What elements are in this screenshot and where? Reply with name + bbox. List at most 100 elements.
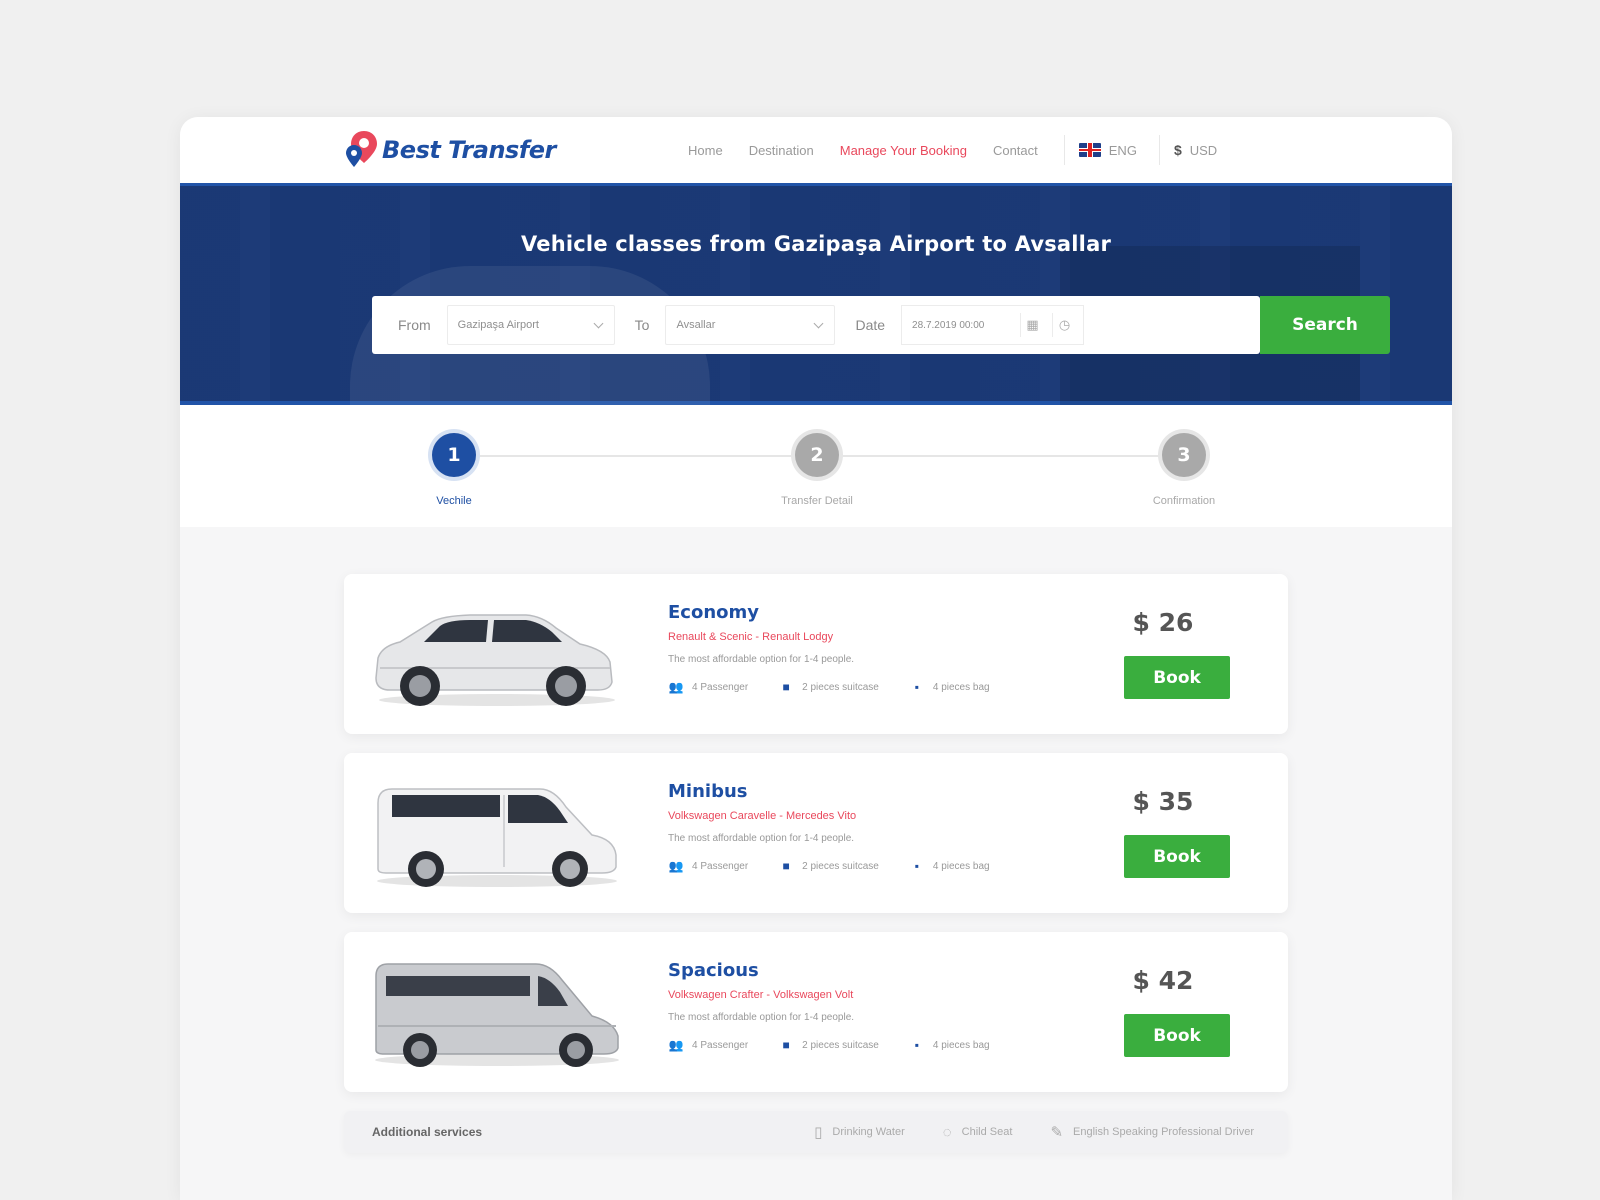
passenger-count: 4 Passenger bbox=[692, 681, 749, 693]
speech-icon: ✎ bbox=[1050, 1124, 1064, 1141]
to-value: Avsallar bbox=[676, 319, 716, 331]
chevron-down-icon bbox=[814, 318, 824, 328]
services-title: Additional services bbox=[372, 1125, 483, 1139]
from-select[interactable]: Gazipaşa Airport bbox=[446, 305, 615, 345]
vehicle-title: Minibus bbox=[668, 781, 748, 802]
vehicle-description: The most affordable option for 1-4 peopl… bbox=[668, 654, 855, 665]
service-label: Drinking Water bbox=[832, 1126, 905, 1138]
vehicle-card-spacious: Spacious Volkswagen Crafter - Volkswagen… bbox=[344, 932, 1288, 1092]
nav-divider bbox=[1063, 135, 1065, 165]
suitcase-feature: ■ 2 pieces suitcase bbox=[778, 859, 879, 873]
suitcase-feature: ■ 2 pieces suitcase bbox=[778, 680, 879, 694]
bag-count: 4 pieces bag bbox=[932, 860, 990, 872]
nav-home[interactable]: Home bbox=[688, 143, 723, 158]
vehicle-price: $ 42 bbox=[1132, 966, 1194, 995]
vehicle-models: Volkswagen Crafter - Volkswagen Volt bbox=[668, 989, 854, 1001]
search-form: From Gazipaşa Airport To Avsallar Date 2… bbox=[372, 296, 1390, 354]
step-number: 2 bbox=[795, 433, 839, 477]
child-seat-icon: ◌ bbox=[942, 1123, 952, 1141]
passenger-feature: 👥 4 Passenger bbox=[668, 680, 749, 694]
nav-manage-booking[interactable]: Manage Your Booking bbox=[840, 143, 967, 158]
book-button-spacious[interactable]: Book bbox=[1124, 1014, 1230, 1057]
vehicle-description: The most affordable option for 1-4 peopl… bbox=[668, 1012, 855, 1023]
spacious-van-image bbox=[375, 963, 619, 1067]
bag-icon: ▪ bbox=[914, 680, 919, 694]
additional-services: Additional services ▯ Drinking Water ◌ Chi… bbox=[344, 1111, 1288, 1153]
page-title: Vehicle classes from Gazipaşa Airport to… bbox=[520, 232, 1112, 256]
calendar-icon[interactable]: ▦ bbox=[1020, 313, 1044, 337]
passenger-feature: 👥 4 Passenger bbox=[668, 859, 749, 873]
dollar-icon: $ bbox=[1173, 142, 1182, 158]
vehicle-features: 👥 4 Passenger ■ 2 pieces suitcase ▪ 4 piece… bbox=[668, 680, 1020, 694]
step-label: Transfer Detail bbox=[781, 495, 853, 507]
service-english-driver[interactable]: ✎ English Speaking Professional Driver bbox=[1050, 1123, 1254, 1141]
brand-logo[interactable]: Best Transfer bbox=[344, 129, 556, 171]
passenger-count: 4 Passenger bbox=[692, 860, 749, 872]
vehicle-price: $ 35 bbox=[1132, 787, 1194, 816]
date-label: Date bbox=[855, 317, 886, 333]
bag-icon: ▪ bbox=[914, 1038, 919, 1052]
nav-divider bbox=[1158, 135, 1160, 165]
suitcase-count: 2 pieces suitcase bbox=[802, 1039, 879, 1051]
service-label: Child Seat bbox=[961, 1126, 1013, 1138]
vehicle-models: Volkswagen Caravelle - Mercedes Vito bbox=[668, 810, 857, 822]
browser-frame: Best Transfer Home Destination Manage Yo… bbox=[180, 117, 1452, 1200]
economy-car-image bbox=[375, 614, 615, 706]
step-label: Vechile bbox=[436, 495, 472, 507]
booking-steps: 1 Vechile 2 Transfer Detail 3 Confirmati… bbox=[180, 405, 1452, 527]
date-value: 28.7.2019 00:00 bbox=[912, 319, 985, 331]
vehicle-features: 👥 4 Passenger ■ 2 pieces suitcase ▪ 4 piece… bbox=[668, 1038, 1020, 1052]
step-label: Confirmation bbox=[1152, 495, 1216, 507]
service-child-seat[interactable]: ◌ Child Seat bbox=[943, 1124, 1013, 1141]
services-list: ▯ Drinking Water ◌ Child Seat ✎ English Spe… bbox=[776, 1123, 1254, 1142]
site-header: Best Transfer Home Destination Manage Yo… bbox=[180, 117, 1452, 183]
book-button-minibus[interactable]: Book bbox=[1124, 835, 1230, 878]
hero-banner: Vehicle classes from Gazipaşa Airport to… bbox=[180, 183, 1452, 416]
step-vehicle: 1 Vechile bbox=[374, 433, 534, 507]
passenger-feature: 👥 4 Passenger bbox=[668, 1038, 749, 1052]
language-label: ENG bbox=[1108, 142, 1137, 158]
clock-icon[interactable]: ◷ bbox=[1052, 313, 1076, 337]
bag-feature: ▪ 4 pieces bag bbox=[909, 859, 990, 873]
currency-label: USD bbox=[1189, 142, 1218, 158]
vehicle-title: Spacious bbox=[668, 960, 759, 981]
bag-feature: ▪ 4 pieces bag bbox=[909, 680, 990, 694]
suitcase-count: 2 pieces suitcase bbox=[802, 860, 879, 872]
book-button-economy[interactable]: Book bbox=[1124, 656, 1230, 699]
suitcase-count: 2 pieces suitcase bbox=[802, 681, 879, 693]
bag-count: 4 pieces bag bbox=[932, 681, 990, 693]
to-label: To bbox=[634, 317, 650, 333]
from-label: From bbox=[398, 317, 431, 333]
date-input[interactable]: 28.7.2019 00:00 ▦ ◷ bbox=[901, 305, 1085, 345]
people-icon: 👥 bbox=[668, 680, 684, 694]
language-selector[interactable]: ENG bbox=[1078, 142, 1137, 158]
vehicle-price: $ 26 bbox=[1132, 608, 1194, 637]
step-confirmation: 3 Confirmation bbox=[1104, 433, 1264, 507]
passenger-count: 4 Passenger bbox=[692, 1039, 749, 1051]
suitcase-icon: ■ bbox=[782, 680, 790, 694]
water-bottle-icon: ▯ bbox=[814, 1124, 823, 1141]
currency-selector[interactable]: $ USD bbox=[1174, 142, 1217, 158]
bag-count: 4 pieces bag bbox=[932, 1039, 990, 1051]
nav-destination[interactable]: Destination bbox=[749, 143, 814, 158]
suitcase-feature: ■ 2 pieces suitcase bbox=[778, 1038, 879, 1052]
uk-flag-icon bbox=[1078, 143, 1101, 157]
search-button[interactable]: Search bbox=[1260, 296, 1390, 354]
people-icon: 👥 bbox=[668, 859, 684, 873]
bag-icon: ▪ bbox=[914, 859, 919, 873]
vehicle-card-economy: Economy Renault & Scenic - Renault Lodgy… bbox=[344, 574, 1288, 734]
location-pin-icon bbox=[346, 131, 377, 167]
step-transfer-detail: 2 Transfer Detail bbox=[737, 433, 897, 507]
people-icon: 👥 bbox=[668, 1038, 684, 1052]
service-drinking-water[interactable]: ▯ Drinking Water bbox=[814, 1123, 905, 1141]
vehicle-title: Economy bbox=[668, 602, 760, 623]
vehicle-description: The most affordable option for 1-4 peopl… bbox=[668, 833, 855, 844]
bag-feature: ▪ 4 pieces bag bbox=[909, 1038, 990, 1052]
nav-contact[interactable]: Contact bbox=[993, 143, 1038, 158]
brand-name: Best Transfer bbox=[382, 136, 556, 164]
from-value: Gazipaşa Airport bbox=[457, 319, 539, 331]
to-select[interactable]: Avsallar bbox=[665, 305, 836, 345]
main-nav: Home Destination Manage Your Booking Con… bbox=[688, 117, 1217, 183]
vehicle-features: 👥 4 Passenger ■ 2 pieces suitcase ▪ 4 piece… bbox=[668, 859, 1020, 873]
minibus-image bbox=[377, 788, 617, 887]
